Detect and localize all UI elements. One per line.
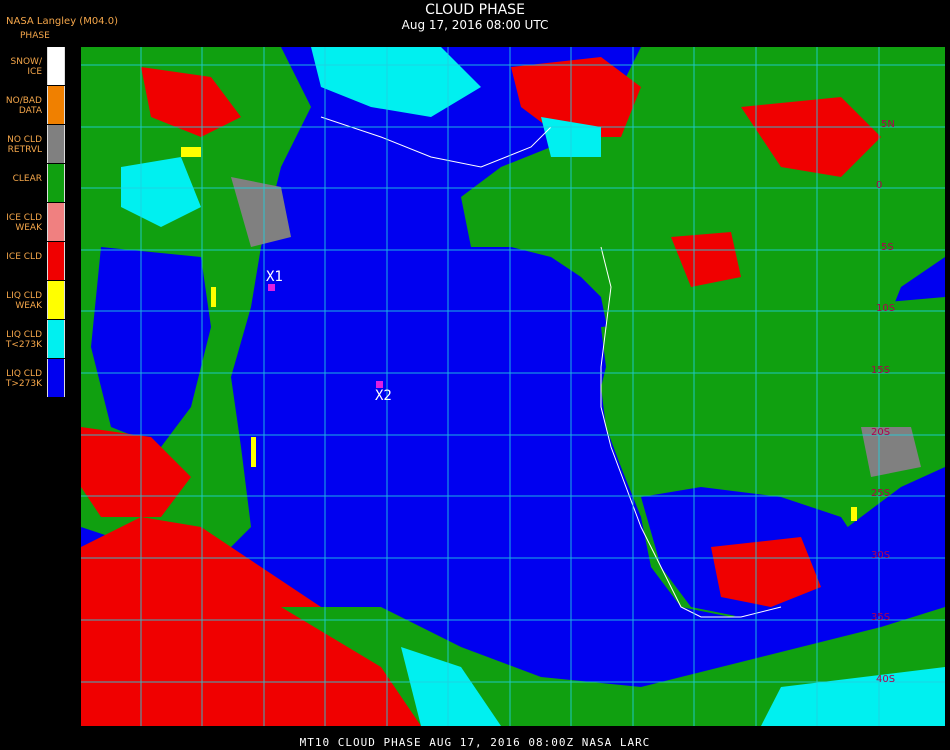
lat-label: 5N [881,119,895,130]
lat-label: 15S [871,365,891,376]
map-date: Aug 17, 2016 08:00 UTC [401,18,549,32]
source-label: NASA Langley (M04.0) [6,16,118,27]
legend-item-snow-ice: SNOW/ ICE [0,47,66,85]
lat-label: 10S [876,303,896,314]
lat-label: 25S [871,488,891,499]
legend-label: LIQ CLD WEAK [6,291,42,311]
legend-label: ICE CLD [6,252,42,262]
marker-x2-label: X2 [375,388,392,404]
legend-swatch [47,281,65,319]
legend-swatch [47,125,65,163]
lat-label: 5S [881,242,894,253]
lat-label: 40S [876,674,896,685]
marker-x1[interactable] [268,284,275,291]
legend-label: ICE CLD WEAK [6,213,42,233]
legend-item-liquid-cloud-weak: LIQ CLD WEAK [0,281,66,319]
legend-title: PHASE [20,31,50,41]
legend-swatch [47,86,65,124]
legend-swatch [47,242,65,280]
cloud-phase-map[interactable]: 5N 0 5S 10S 15S 20S 25S 30S 35S 40S X1 X… [81,47,945,726]
lat-label: 0 [876,180,883,191]
lat-label: 20S [871,427,891,438]
legend-item-liquid-cloud-cold: LIQ CLD T<273K [0,320,66,358]
legend-swatch [47,359,65,397]
legend-swatch [47,164,65,202]
legend-swatch [47,320,65,358]
legend-item-liquid-cloud-warm: LIQ CLD T>273K [0,359,66,397]
legend-label: SNOW/ ICE [10,57,42,77]
legend-label: LIQ CLD T<273K [5,330,42,350]
legend-label: LIQ CLD T>273K [5,369,42,389]
legend-label: CLEAR [12,174,42,184]
map-title: CLOUD PHASE [425,2,525,18]
legend-swatch [47,203,65,241]
marker-x2[interactable] [376,381,383,388]
footer-caption: MT10 CLOUD PHASE AUG 17, 2016 08:00Z NAS… [299,736,651,749]
legend-item-no-bad-data: NO/BAD DATA [0,86,66,124]
legend-label: NO CLD RETRVL [7,135,42,155]
legend-item-ice-cloud-weak: ICE CLD WEAK [0,203,66,241]
lat-label: 35S [871,612,891,623]
marker-x1-label: X1 [266,269,283,285]
legend-item-no-cloud-retrieval: NO CLD RETRVL [0,125,66,163]
legend-swatch [47,47,65,85]
legend-item-ice-cloud: ICE CLD [0,242,66,280]
map-image [81,47,945,726]
legend-label: NO/BAD DATA [5,96,42,116]
legend-item-clear: CLEAR [0,164,66,202]
lat-label: 30S [871,550,891,561]
